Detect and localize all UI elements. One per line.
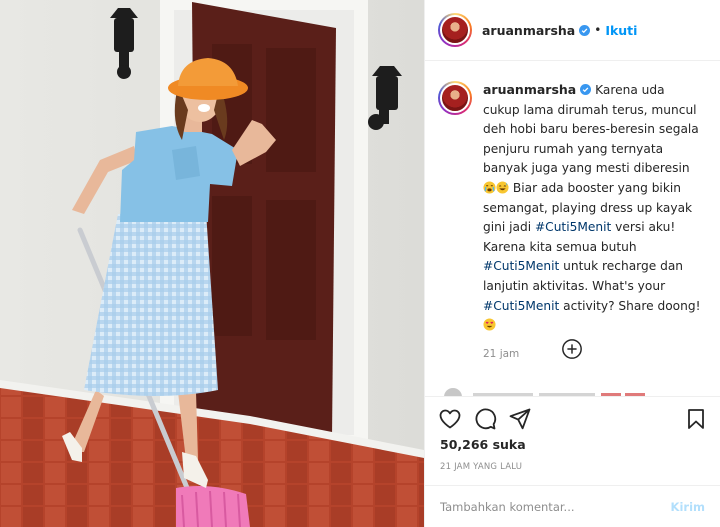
- action-icons: [438, 407, 708, 433]
- caption-text: aruanmarsha Karena uda cukup lama diruma…: [483, 80, 703, 364]
- hashtag-link[interactable]: #Cuti5Menit: [535, 220, 611, 234]
- comment-icon[interactable]: [473, 407, 497, 431]
- heart-eyes-icon: [483, 318, 496, 331]
- avatar[interactable]: [438, 13, 472, 47]
- caption-username[interactable]: aruanmarsha: [483, 82, 576, 97]
- comment-input[interactable]: [440, 500, 671, 514]
- caption: aruanmarsha Karena uda cukup lama diruma…: [425, 62, 720, 364]
- header-username[interactable]: aruanmarsha: [482, 23, 575, 38]
- hashtag-link[interactable]: #Cuti5Menit: [483, 299, 559, 313]
- post-modal: aruanmarsha • Ikuti aruanmarsha Karena u…: [0, 0, 720, 527]
- comments-area[interactable]: aruanmarsha Karena uda cukup lama diruma…: [425, 62, 720, 396]
- photo-illustration: [0, 0, 424, 527]
- post-photo[interactable]: [0, 0, 424, 527]
- hashtag-link[interactable]: #Cuti5Menit: [483, 259, 559, 273]
- caption-avatar[interactable]: [438, 81, 472, 115]
- header-separator: •: [594, 23, 602, 37]
- bookmark-icon[interactable]: [684, 407, 708, 431]
- actions-section: 50,266 suka 21 JAM YANG LALU Kirim: [425, 396, 720, 527]
- like-count[interactable]: 50,266 suka: [440, 437, 526, 452]
- post-date[interactable]: 21 JAM YANG LALU: [440, 462, 522, 472]
- post-comment-button[interactable]: Kirim: [671, 500, 705, 514]
- heart-icon[interactable]: [438, 407, 462, 431]
- send-icon[interactable]: [508, 407, 532, 431]
- plus-circle-icon[interactable]: [561, 338, 583, 360]
- crying-face-icon: [483, 181, 496, 194]
- next-comment-peek: [444, 388, 645, 396]
- add-comment-bar: Kirim: [425, 485, 720, 527]
- post-sidebar: aruanmarsha • Ikuti aruanmarsha Karena u…: [424, 0, 720, 527]
- grin-sweat-icon: [496, 181, 509, 194]
- caption-text-5: activity? Share doong!: [563, 298, 701, 313]
- post-header: aruanmarsha • Ikuti: [425, 0, 720, 61]
- verified-badge-icon: [580, 84, 592, 95]
- verified-badge-icon: [579, 24, 591, 36]
- follow-button[interactable]: Ikuti: [605, 23, 637, 38]
- caption-time: 21 jam: [483, 347, 520, 360]
